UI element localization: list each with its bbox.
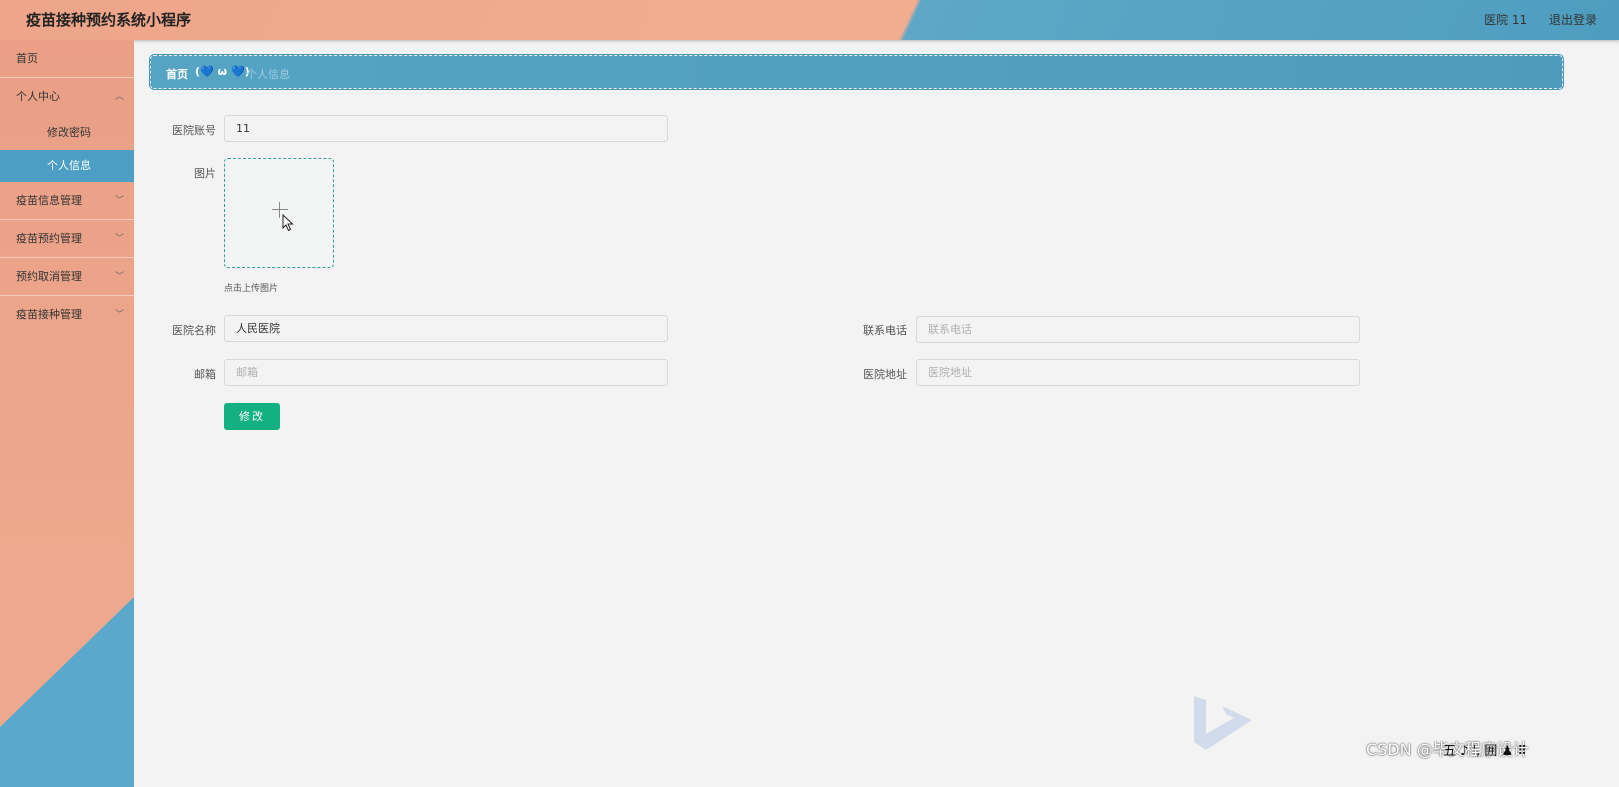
image-label: 图片: [194, 167, 216, 180]
chevron-up-icon: ︿: [114, 92, 124, 102]
address-field[interactable]: 医院地址: [916, 359, 1360, 386]
bing-logo-icon: [1194, 696, 1252, 750]
breadcrumb-home[interactable]: 首页: [166, 66, 188, 82]
logout-button[interactable]: 退出登录: [1549, 13, 1597, 27]
hospital-name-field[interactable]: 人民医院: [224, 315, 668, 342]
hospital-name-label: 医院名称: [172, 324, 216, 337]
sidebar-item-label: 疫苗信息管理: [16, 194, 82, 207]
ime-toolbar[interactable]: 五 ♪ ', 囲 ♟ ⠿: [1443, 740, 1527, 759]
sidebar-item-appointment-cancel[interactable]: 预约取消管理 ﹀: [0, 258, 134, 296]
top-header: 疫苗接种预约系统小程序 医院 11 退出登录: [0, 0, 1619, 40]
sidebar-item-vaccine-info[interactable]: 疫苗信息管理 ﹀: [0, 182, 134, 220]
chevron-down-icon: ﹀: [114, 196, 124, 206]
chevron-down-icon: ﹀: [114, 310, 124, 320]
header-right: 医院 11 退出登录: [1466, 11, 1597, 28]
sidebar-decoration: [0, 597, 134, 787]
chevron-down-icon: ﹀: [114, 272, 124, 282]
sidebar-item-label: 个人中心: [16, 90, 60, 103]
sidebar-item-home[interactable]: 首页: [0, 40, 134, 78]
account-field[interactable]: 11: [224, 115, 668, 142]
user-label[interactable]: 医院 11: [1484, 13, 1527, 27]
sidebar-item-label: 疫苗预约管理: [16, 232, 82, 245]
phone-field[interactable]: 联系电话: [916, 316, 1360, 343]
breadcrumb-current: 个人信息: [246, 68, 290, 81]
sidebar-subitem-personal-info[interactable]: 个人信息: [0, 150, 134, 182]
mouse-cursor-icon: [282, 214, 294, 232]
sidebar-item-personal-center[interactable]: 个人中心 ︿: [0, 78, 134, 116]
sidebar-item-vaccine-appointment[interactable]: 疫苗预约管理 ﹀: [0, 220, 134, 258]
phone-label: 联系电话: [863, 324, 907, 337]
sidebar-subitem-label: 个人信息: [47, 159, 91, 172]
image-upload[interactable]: [224, 158, 334, 268]
sidebar: 首页 个人中心 ︿ 修改密码 个人信息 疫苗信息管理 ﹀ 疫苗预约管理 ﹀ 预约…: [0, 40, 134, 787]
breadcrumb-separator: (💙 ω 💙): [195, 65, 250, 78]
sidebar-item-label: 预约取消管理: [16, 270, 82, 283]
app-title: 疫苗接种预约系统小程序: [26, 11, 192, 29]
email-field[interactable]: 邮箱: [224, 359, 668, 386]
email-label: 邮箱: [194, 368, 216, 381]
upload-tip: 点击上传图片: [224, 284, 279, 294]
submit-button[interactable]: 修改: [224, 403, 280, 430]
sidebar-item-vaccination[interactable]: 疫苗接种管理 ﹀: [0, 296, 134, 334]
breadcrumb: 首页 (💙 ω 💙) 个人信息: [150, 55, 1563, 89]
sidebar-item-label: 疫苗接种管理: [16, 308, 82, 321]
sidebar-subitem-change-password[interactable]: 修改密码: [0, 116, 134, 150]
account-label: 医院账号: [172, 124, 216, 137]
chevron-down-icon: ﹀: [114, 234, 124, 244]
address-label: 医院地址: [863, 368, 907, 381]
sidebar-item-label: 首页: [16, 52, 38, 65]
sidebar-subitem-label: 修改密码: [47, 126, 91, 139]
